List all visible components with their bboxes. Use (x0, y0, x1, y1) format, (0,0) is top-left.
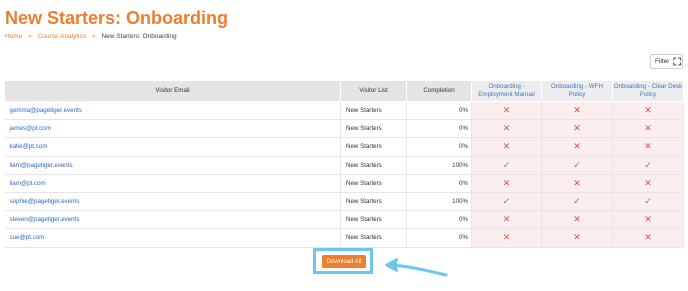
breadcrumb-home-link[interactable]: Home (5, 33, 22, 40)
cross-icon: ✕ (644, 105, 652, 116)
table-row: liam@pagetiger.events New Starters 100% … (4, 156, 684, 175)
table-row: katie@pt.com New Starters 0% ✕ ✕ ✕ (4, 137, 684, 157)
visitor-list: New Starters (340, 101, 407, 121)
cross-icon: ✕ (573, 141, 581, 152)
table-row: steven@pagetiger.events New Starters 0% … (4, 210, 684, 230)
cross-icon: ✕ (573, 177, 581, 188)
table-header-row: Visitor Email Visitor List Completion On… (4, 80, 684, 102)
cross-icon: ✕ (644, 214, 652, 225)
table-row: sophie@pagetiger.events New Starters 100… (4, 192, 684, 212)
expand-icon (673, 57, 682, 66)
visitor-list: New Starters (340, 192, 407, 212)
column-header-completion[interactable]: Completion (406, 80, 472, 102)
completion-value: 0% (406, 210, 472, 230)
visitor-list: New Starters (340, 228, 407, 248)
completion-value: 100% (406, 156, 472, 175)
visitor-completion-table: Visitor Email Visitor List Completion On… (4, 80, 684, 248)
completion-value: 0% (406, 174, 472, 193)
table-row: liam@pt.com New Starters 0% ✕ ✕ ✕ (4, 174, 684, 193)
completion-value: 100% (406, 192, 472, 212)
visitor-email-link[interactable]: steven@pagetiger.events (4, 210, 341, 230)
completion-value: 0% (406, 137, 472, 157)
breadcrumb: Home » Course Analytics » New Starters: … (5, 33, 177, 40)
visitor-list: New Starters (340, 137, 407, 157)
filter-label: Filter (655, 58, 670, 65)
check-icon: ✓ (502, 196, 511, 207)
column-header-email[interactable]: Visitor Email (4, 80, 341, 102)
cross-icon: ✕ (644, 232, 652, 243)
visitor-email-link[interactable]: liam@pagetiger.events (4, 156, 341, 175)
visitor-list: New Starters (340, 119, 407, 139)
visitor-email-link[interactable]: gemma@pagetiger.events (4, 101, 341, 121)
completion-value: 0% (406, 101, 472, 121)
completion-value: 0% (406, 228, 472, 248)
column-header-employment-manual[interactable]: Onboarding - Employment Manual (471, 80, 542, 102)
cross-icon: ✕ (573, 123, 581, 134)
visitor-email-link[interactable]: james@pt.com (4, 119, 341, 139)
check-icon: ✓ (644, 159, 652, 170)
breadcrumb-separator: » (28, 33, 32, 40)
check-icon: ✓ (644, 196, 652, 207)
breadcrumb-course-analytics-link[interactable]: Course Analytics (38, 33, 86, 40)
table-row: james@pt.com New Starters 0% ✕ ✕ ✕ (4, 119, 684, 139)
cross-icon: ✕ (644, 177, 652, 188)
cross-icon: ✕ (502, 214, 511, 225)
pointer-arrow-icon (385, 258, 448, 277)
cross-icon: ✕ (644, 141, 652, 152)
cross-icon: ✕ (502, 105, 511, 116)
column-header-wfh-policy[interactable]: Onboarding - WFH Policy (541, 80, 613, 102)
table-row: sue@pt.com New Starters 0% ✕ ✕ ✕ (4, 228, 684, 248)
cross-icon: ✕ (573, 105, 581, 116)
completion-value: 0% (406, 119, 472, 139)
breadcrumb-separator: » (92, 33, 96, 40)
cross-icon: ✕ (502, 232, 511, 243)
cross-icon: ✕ (502, 141, 511, 152)
visitor-email-link[interactable]: liam@pt.com (4, 174, 341, 193)
filter-button[interactable]: Filter (650, 54, 683, 69)
visitor-email-link[interactable]: katie@pt.com (4, 137, 341, 157)
cross-icon: ✕ (573, 232, 581, 243)
visitor-list: New Starters (340, 210, 407, 230)
page-title: New Starters: Onboarding (5, 8, 229, 28)
cross-icon: ✕ (573, 214, 581, 225)
check-icon: ✓ (573, 196, 581, 207)
cross-icon: ✕ (502, 123, 511, 134)
cross-icon: ✕ (644, 123, 652, 134)
visitor-list: New Starters (340, 156, 407, 175)
check-icon: ✓ (502, 159, 511, 170)
visitor-email-link[interactable]: sophie@pagetiger.events (4, 192, 341, 212)
cross-icon: ✕ (502, 177, 511, 188)
check-icon: ✓ (573, 159, 581, 170)
breadcrumb-current: New Starters: Onboarding (101, 33, 177, 40)
column-header-clear-desk-policy[interactable]: Onboarding - Clear Desk Policy (612, 80, 684, 102)
column-header-list[interactable]: Visitor List (340, 80, 407, 102)
download-all-button[interactable]: Download All (322, 255, 366, 268)
visitor-email-link[interactable]: sue@pt.com (4, 228, 341, 248)
visitor-list: New Starters (340, 174, 407, 193)
table-row: gemma@pagetiger.events New Starters 0% ✕… (4, 101, 684, 121)
